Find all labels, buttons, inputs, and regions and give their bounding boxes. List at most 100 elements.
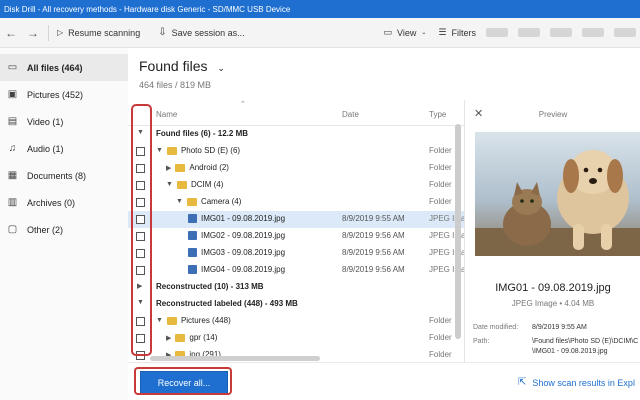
picture-icon: ▣ (7, 89, 18, 100)
row-name: Pictures (448) (180, 316, 231, 325)
row-type: Folder (429, 333, 452, 342)
sidebar-item-documents[interactable]: ▦ Documents (8) (0, 162, 128, 189)
row-date: 8/9/2019 9:56 AM (342, 231, 405, 240)
sidebar-item-all-files[interactable]: ▭ All files (464) (0, 54, 128, 81)
sort-up-icon: ⌃ (240, 101, 246, 108)
save-session-button[interactable]: ⇩ Save session as... (158, 27, 244, 38)
table-row-selected[interactable]: IMG01 - 09.08.2019.jpg 8/9/2019 9:55 AM … (128, 211, 464, 228)
show-scan-results-label: Show scan results in Expl (532, 377, 635, 388)
row-name: IMG01 - 09.08.2019.jpg (201, 214, 286, 223)
toolbar: ← → ▷ Resume scanning ⇩ Save session as.… (0, 18, 640, 48)
date-modified-label: Date modified: (473, 324, 519, 331)
path-value-line2: \IMG01 - 09.08.2019.jpg (532, 348, 608, 355)
expand-toggle-icon[interactable]: ▼ (156, 317, 163, 324)
table-row[interactable]: ▼ Reconstructed labeled (448) - 493 MB (128, 296, 464, 313)
row-name-cell: IMG01 - 09.08.2019.jpg (188, 214, 285, 223)
row-type: Folder (429, 163, 452, 172)
table-row[interactable]: ▼ Camera (4) Folder (128, 194, 464, 211)
show-scan-results-link[interactable]: ⇱ Show scan results in Expl (518, 377, 635, 388)
image-file-icon (188, 231, 197, 240)
folder-icon (186, 197, 197, 206)
save-session-label: Save session as... (171, 27, 245, 38)
file-icon: ▭ (7, 62, 18, 73)
blurred-toolbar-chip (550, 28, 572, 37)
table-row[interactable]: ▼ Pictures (448) Folder (128, 313, 464, 330)
table-row[interactable]: ▶ gpr (14) Folder (128, 330, 464, 347)
table-row[interactable]: IMG02 - 09.08.2019.jpg 8/9/2019 9:56 AM … (128, 228, 464, 245)
sidebar-item-audio[interactable]: ♫ Audio (1) (0, 135, 128, 162)
row-name-cell: ▶ Android (2) (166, 163, 229, 172)
other-icon: ▢ (7, 224, 18, 235)
expand-toggle-icon[interactable]: ▼ (176, 198, 183, 205)
view-button[interactable]: ▭ View ⌄ (384, 27, 427, 38)
row-name: DCIM (4) (190, 180, 224, 189)
horizontal-scrollbar[interactable] (150, 356, 320, 361)
sidebar-item-label: Archives (0) (27, 197, 76, 208)
music-icon: ♫ (8, 143, 17, 154)
arrow-right-icon: → (27, 25, 39, 40)
table-row[interactable]: ▶ Android (2) Folder (128, 160, 464, 177)
filter-icon: ☰ (438, 27, 447, 37)
row-name: gpr (14) (189, 333, 218, 342)
play-icon: ▷ (57, 28, 64, 37)
preview-title: Preview (538, 110, 568, 119)
expand-toggle-icon[interactable]: ▶ (166, 334, 171, 342)
filters-button[interactable]: ☰ Filters (438, 27, 476, 38)
table-row[interactable]: ▼ DCIM (4) Folder (128, 177, 464, 194)
category-sidebar: ▭ All files (464) ▣ Pictures (452) ▤ Vid… (0, 48, 128, 400)
row-name-cell: ▼ Camera (4) (176, 197, 241, 206)
table-row[interactable]: ▼ Photo SD (E) (6) Folder (128, 143, 464, 160)
row-name-cell: ▼ Pictures (448) (156, 316, 231, 325)
folder-icon (176, 180, 187, 189)
vertical-scrollbar[interactable] (455, 124, 461, 339)
expand-toggle-icon[interactable]: ▼ (166, 181, 173, 188)
row-name-cell: ▼ DCIM (4) (166, 180, 223, 189)
blurred-toolbar-chip (582, 28, 604, 37)
sidebar-item-other[interactable]: ▢ Other (2) (0, 216, 128, 243)
row-name: Photo SD (E) (6) (180, 146, 241, 155)
row-name-cell: ▼ Photo SD (E) (6) (156, 146, 240, 155)
table-row[interactable]: ▼ Found files (6) - 12.2 MB (128, 126, 464, 143)
back-button[interactable]: ← (0, 26, 22, 40)
forward-button[interactable]: → (22, 26, 44, 40)
table-row[interactable]: ▶ Reconstructed (10) - 313 MB (128, 279, 464, 296)
sidebar-item-video[interactable]: ▤ Video (1) (0, 108, 128, 135)
preview-pane: ✕ Preview IMG01 - 09.08.2019.jpg JPEG Im… (464, 100, 640, 362)
row-name-cell: ▶ gpr (14) (166, 333, 217, 342)
row-type: Folder (429, 316, 452, 325)
column-header-type[interactable]: Type (429, 110, 446, 119)
page-title[interactable]: Found files ⌄ (139, 58, 225, 74)
row-name: Android (2) (189, 163, 229, 172)
row-name: IMG04 - 09.08.2019.jpg (201, 265, 286, 274)
column-header-name[interactable]: Name (156, 110, 177, 119)
preview-image (475, 132, 640, 256)
expand-toggle-icon[interactable]: ▶ (166, 164, 171, 172)
filters-label: Filters (451, 27, 477, 38)
table-row[interactable]: IMG04 - 09.08.2019.jpg 8/9/2019 9:56 AM … (128, 262, 464, 279)
row-name: Reconstructed (10) - 313 MB (156, 282, 264, 291)
table-row[interactable]: IMG03 - 09.08.2019.jpg 8/9/2019 9:56 AM … (128, 245, 464, 262)
folder-icon (175, 333, 186, 342)
sidebar-item-label: All files (464) (27, 62, 83, 73)
sidebar-item-label: Video (1) (27, 116, 64, 127)
path-label: Path: (473, 338, 490, 345)
folder-icon (166, 316, 177, 325)
resume-scanning-button[interactable]: ▷ Resume scanning (57, 28, 140, 38)
row-name: Camera (4) (200, 197, 242, 206)
expand-toggle-icon[interactable]: ▼ (156, 147, 163, 154)
row-name: Reconstructed labeled (448) - 493 MB (156, 299, 298, 308)
video-icon: ▤ (7, 116, 18, 127)
sidebar-item-pictures[interactable]: ▣ Pictures (452) (0, 81, 128, 108)
image-file-icon (188, 214, 197, 223)
column-header-date[interactable]: Date (342, 110, 359, 119)
sidebar-item-archives[interactable]: ▥ Archives (0) (0, 189, 128, 216)
table-header: Name ⌃ Date Type (128, 100, 464, 126)
external-link-icon: ⇱ (518, 377, 527, 388)
sidebar-item-label: Pictures (452) (27, 89, 84, 100)
checkbox-column-highlight (131, 104, 152, 356)
blurred-toolbar-chip (486, 28, 508, 37)
row-name-cell: IMG02 - 09.08.2019.jpg (188, 231, 285, 240)
folder-icon (166, 146, 177, 155)
preview-file-type: JPEG Image • 4.04 MB (511, 299, 595, 308)
row-type: Folder (429, 180, 452, 189)
